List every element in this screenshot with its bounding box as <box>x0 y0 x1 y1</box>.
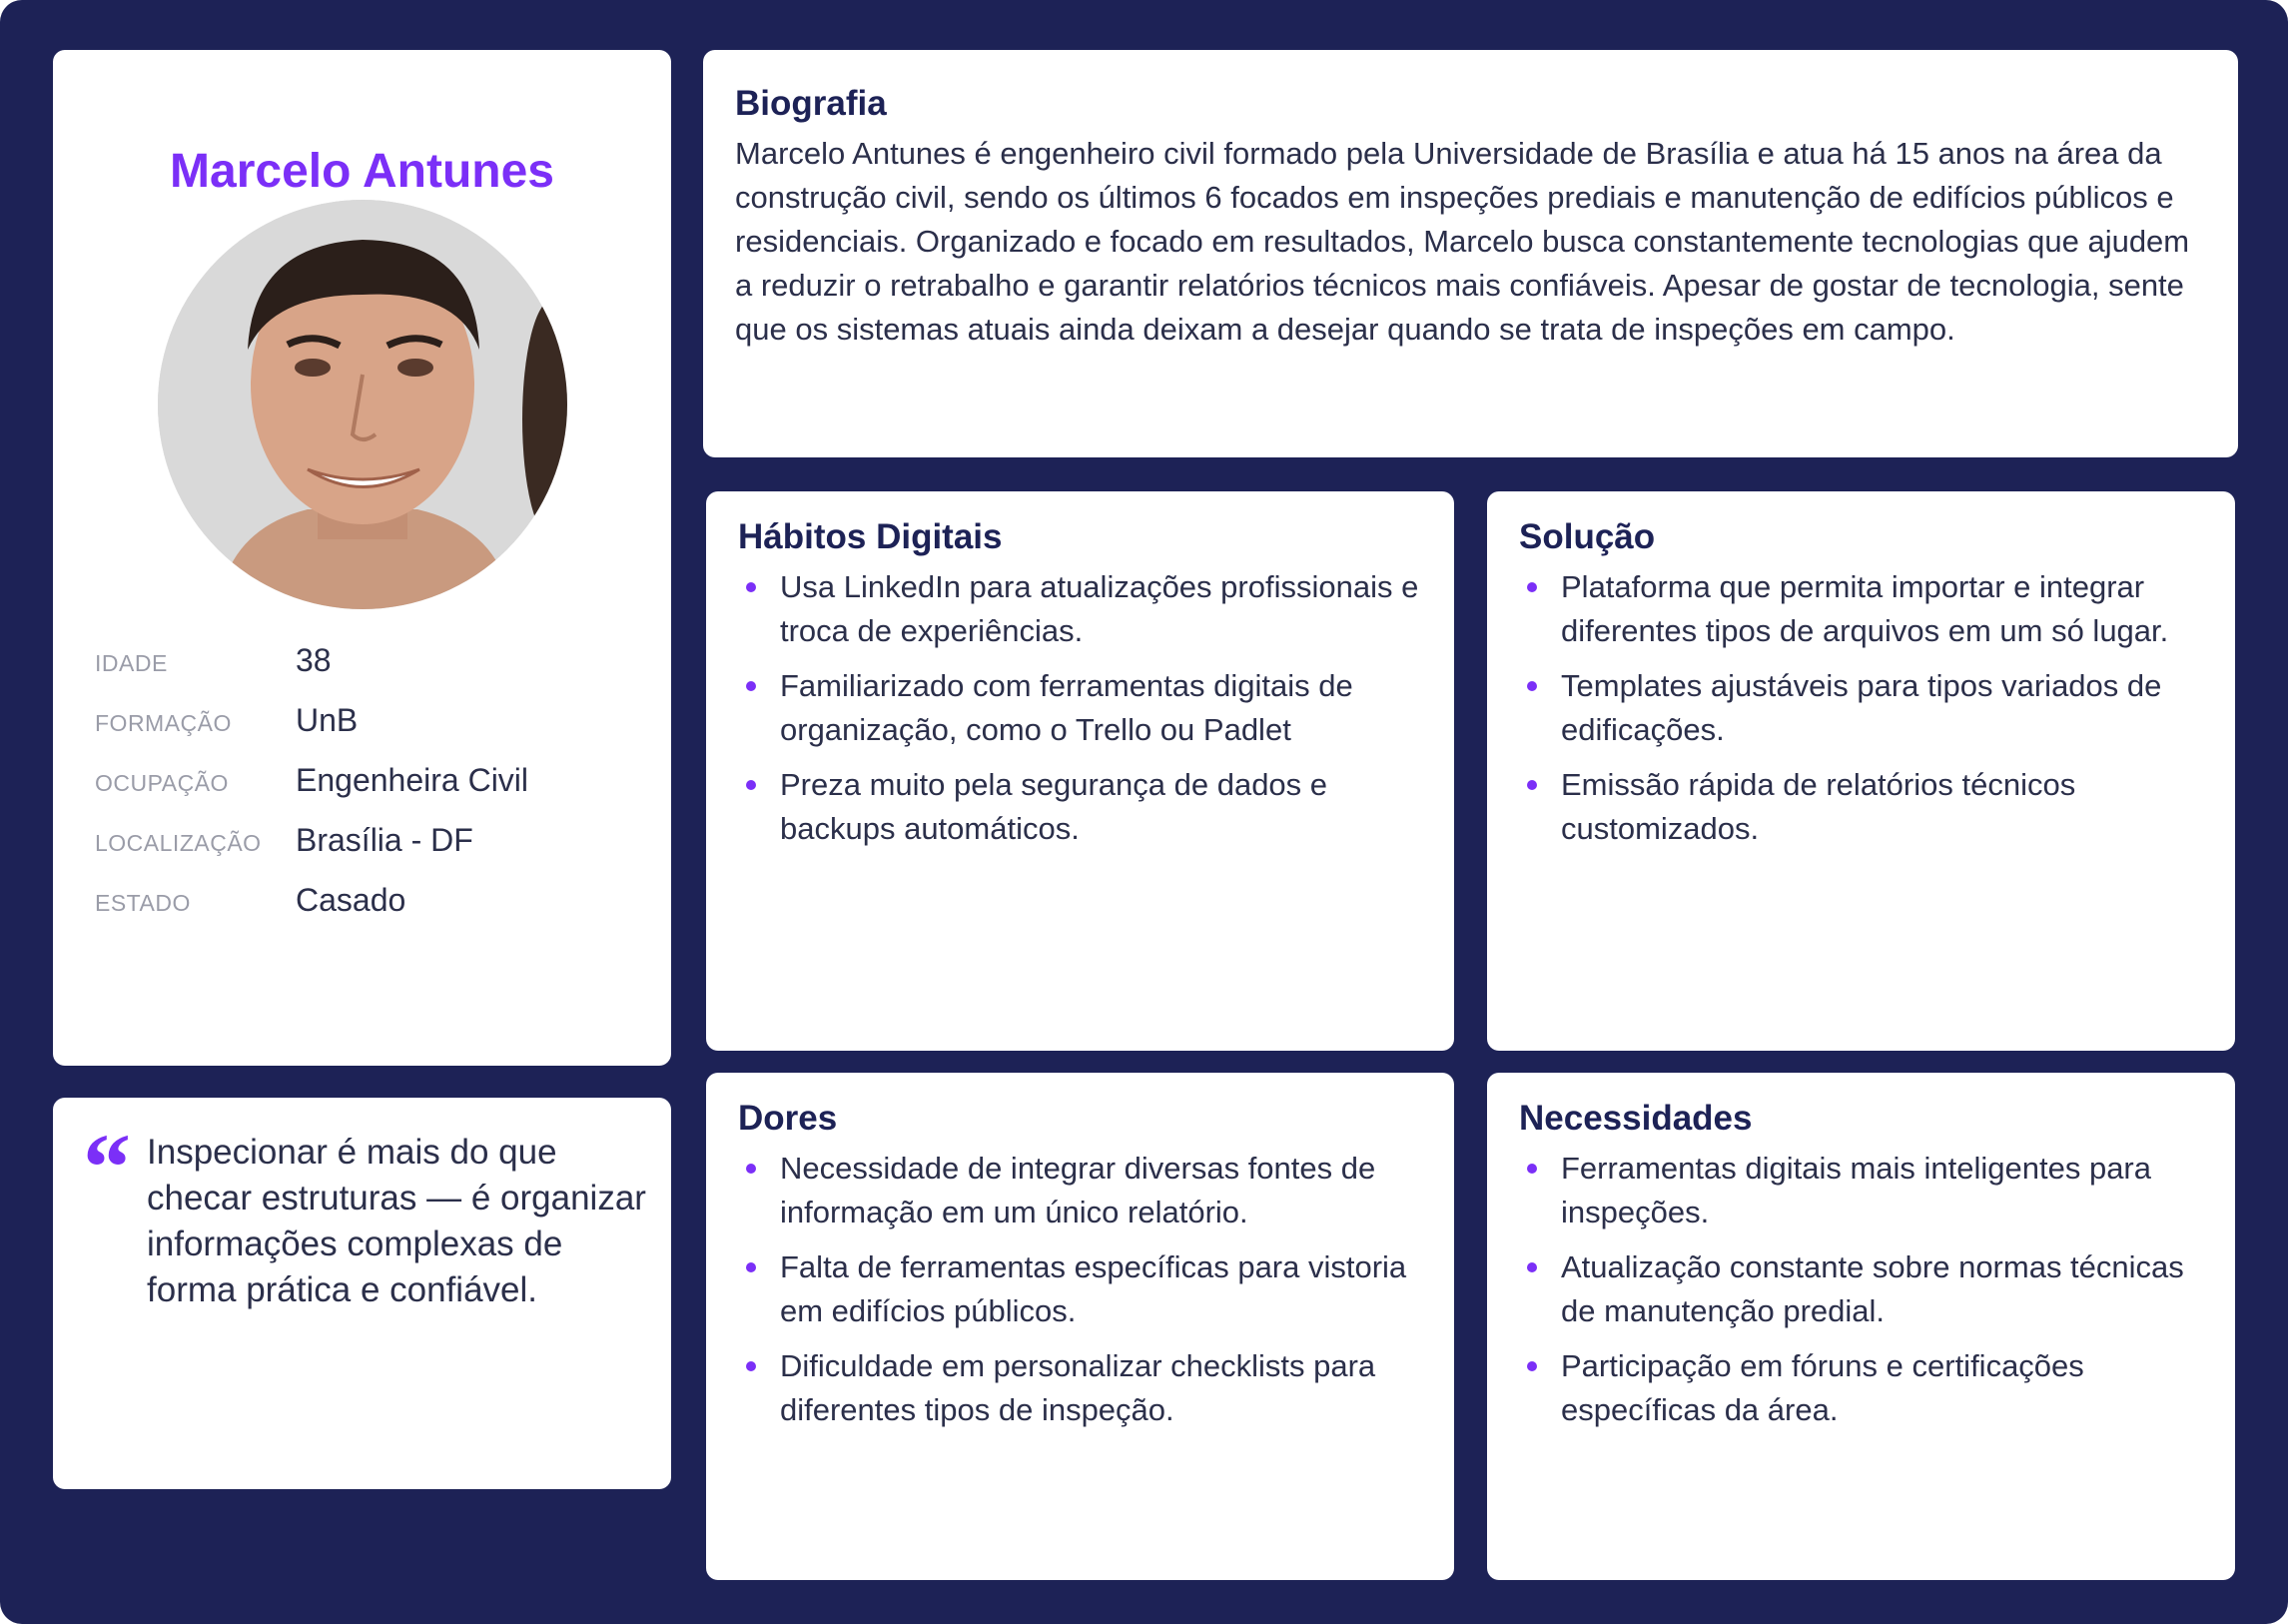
list-item: Templates ajustáveis para tipos variados… <box>1519 664 2211 752</box>
info-value: Brasília - DF <box>296 822 473 858</box>
persona-name: Marcelo Antunes <box>170 145 554 198</box>
bullet-icon <box>1527 681 1537 691</box>
bullet-icon <box>746 1262 756 1272</box>
list-item: Familiarizado com ferramentas digitais d… <box>738 664 1430 752</box>
info-value: 38 <box>296 642 332 678</box>
dores-list: Necessidade de integrar diversas fontes … <box>738 1147 1430 1443</box>
list-item: Atualização constante sobre normas técni… <box>1519 1245 2211 1333</box>
info-row-localizacao: LOCALIZAÇÃO Brasília - DF <box>95 822 654 862</box>
bullet-icon <box>746 582 756 592</box>
biography-title: Biografia <box>735 84 887 123</box>
info-row-estado: ESTADO Casado <box>95 882 654 922</box>
list-item: Participação em fóruns e certificações e… <box>1519 1344 2211 1432</box>
list-item: Preza muito pela segurança de dados e ba… <box>738 763 1430 851</box>
habitos-card: Hábitos Digitais Usa LinkedIn para atual… <box>706 491 1454 1051</box>
info-label: IDADE <box>95 650 168 676</box>
info-row-ocupacao: OCUPAÇÃO Engenheira Civil <box>95 762 654 802</box>
necessidades-card: Necessidades Ferramentas digitais mais i… <box>1487 1073 2235 1580</box>
necessidades-title: Necessidades <box>1519 1099 1753 1138</box>
dores-card: Dores Necessidade de integrar diversas f… <box>706 1073 1454 1580</box>
bullet-icon <box>746 681 756 691</box>
bullet-icon <box>746 780 756 790</box>
info-label: LOCALIZAÇÃO <box>95 830 262 856</box>
bullet-icon <box>1527 1361 1537 1371</box>
info-label: ESTADO <box>95 890 191 916</box>
solucao-title: Solução <box>1519 517 1656 556</box>
list-item: Dificuldade em personalizar checklists p… <box>738 1344 1430 1432</box>
necessidades-list: Ferramentas digitais mais inteligentes p… <box>1519 1147 2211 1443</box>
bullet-icon <box>746 1361 756 1371</box>
biography-card: Biografia Marcelo Antunes é engenheiro c… <box>703 50 2238 457</box>
info-label: OCUPAÇÃO <box>95 770 229 796</box>
info-label: FORMAÇÃO <box>95 710 232 736</box>
dores-title: Dores <box>738 1099 838 1138</box>
bullet-icon <box>746 1164 756 1174</box>
bullet-icon <box>1527 1164 1537 1174</box>
info-row-idade: IDADE 38 <box>95 642 654 682</box>
bullet-icon <box>1527 780 1537 790</box>
info-value: Engenheira Civil <box>296 762 529 798</box>
quote-card: “ Inspecionar é mais do que checar estru… <box>53 1098 671 1489</box>
list-item: Emissão rápida de relatórios técnicos cu… <box>1519 763 2211 851</box>
persona-board: Marcelo Antunes IDADE 38 FORMAÇÃO UnB OC… <box>0 0 2288 1624</box>
profile-card: Marcelo Antunes IDADE 38 FORMAÇÃO UnB OC… <box>53 50 671 1066</box>
bullet-icon <box>1527 582 1537 592</box>
biography-text: Marcelo Antunes é engenheiro civil forma… <box>735 136 2190 347</box>
list-item: Falta de ferramentas específicas para vi… <box>738 1245 1430 1333</box>
info-value: UnB <box>296 702 359 738</box>
quote-icon: “ <box>83 1114 131 1220</box>
info-row-formacao: FORMAÇÃO UnB <box>95 702 654 742</box>
list-item: Usa LinkedIn para atualizações profissio… <box>738 565 1430 653</box>
info-value: Casado <box>296 882 406 918</box>
habitos-list: Usa LinkedIn para atualizações profissio… <box>738 565 1430 862</box>
habitos-title: Hábitos Digitais <box>738 517 1003 556</box>
quote-text: Inspecionar é mais do que checar estrutu… <box>147 1133 646 1309</box>
bullet-icon <box>1527 1262 1537 1272</box>
solucao-list: Plataforma que permita importar e integr… <box>1519 565 2211 862</box>
avatar <box>158 200 567 609</box>
list-item: Necessidade de integrar diversas fontes … <box>738 1147 1430 1234</box>
list-item: Plataforma que permita importar e integr… <box>1519 565 2211 653</box>
list-item: Ferramentas digitais mais inteligentes p… <box>1519 1147 2211 1234</box>
avatar-photo <box>158 200 567 609</box>
solucao-card: Solução Plataforma que permita importar … <box>1487 491 2235 1051</box>
